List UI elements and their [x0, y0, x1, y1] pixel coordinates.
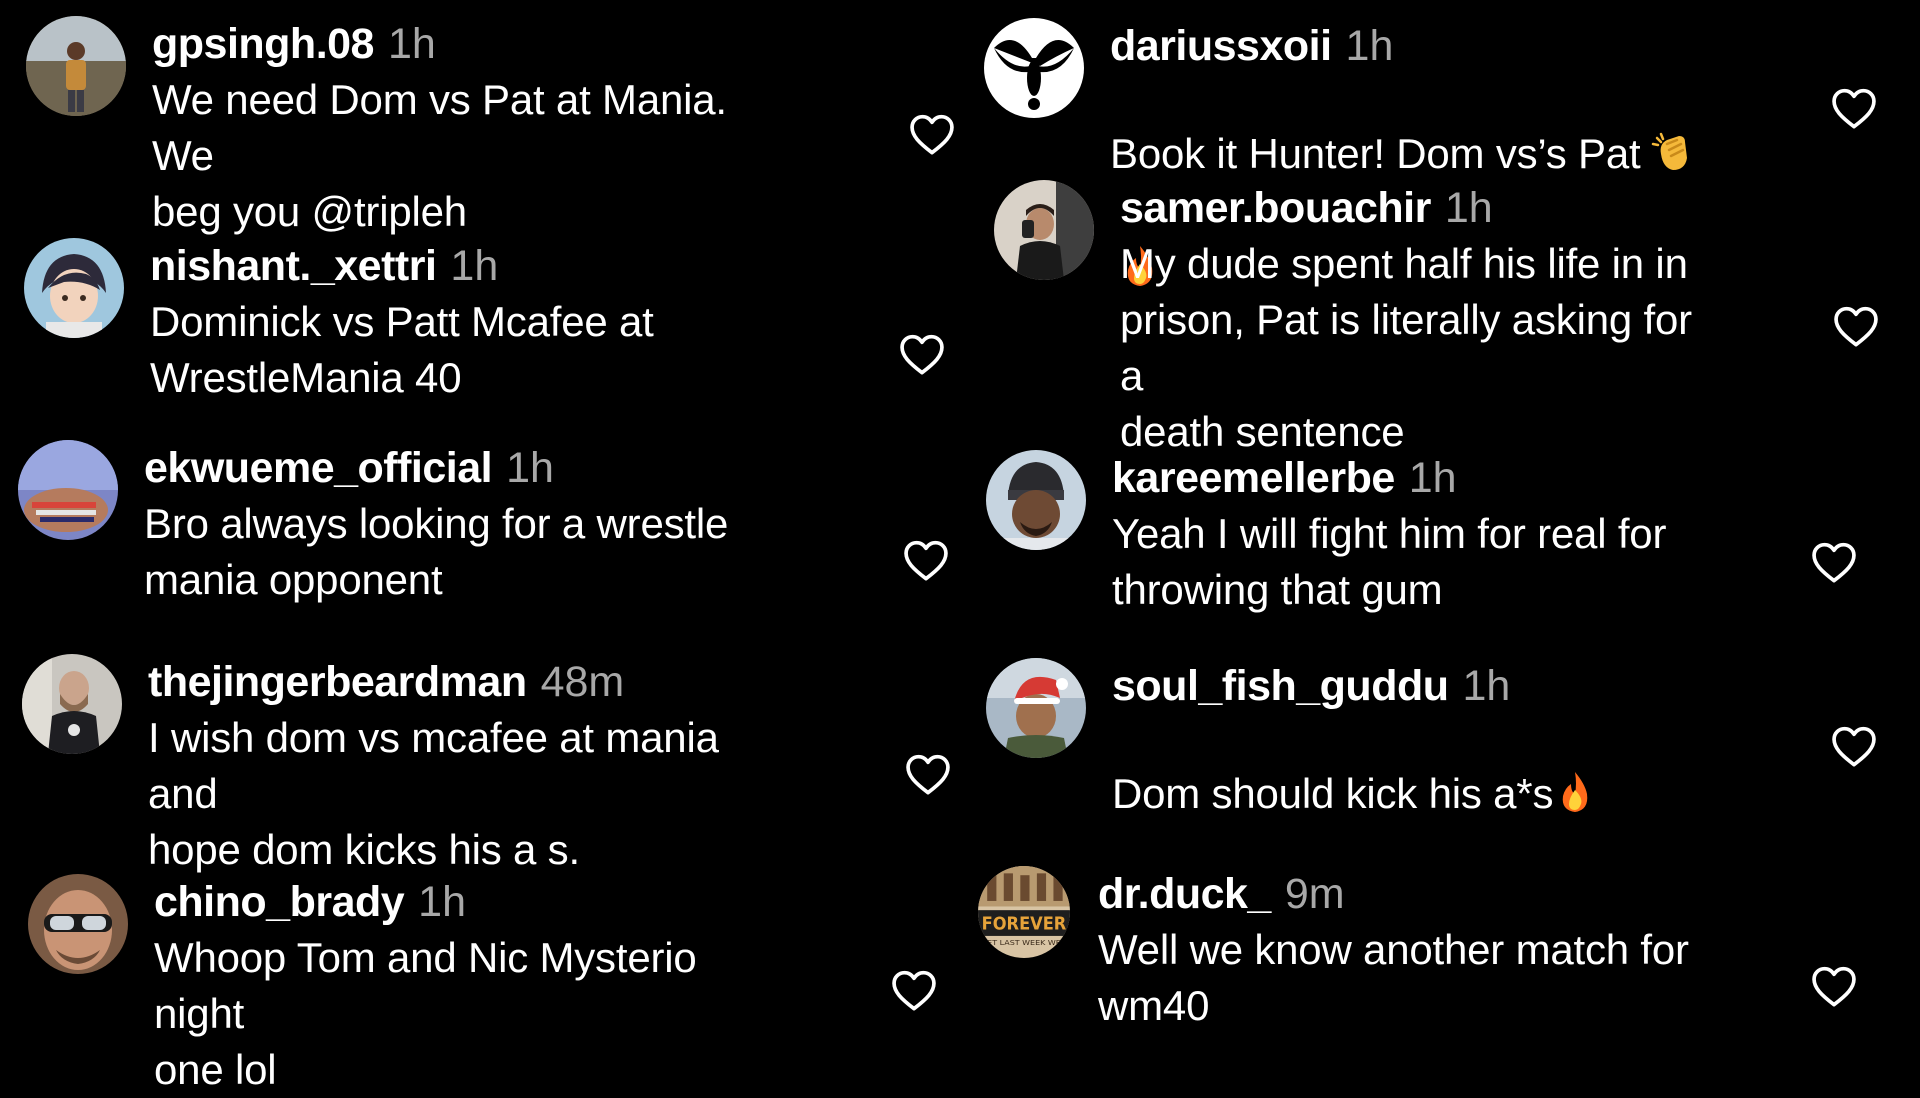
heart-outline-icon[interactable] [1808, 960, 1860, 1012]
comment-time: 1h [418, 878, 467, 926]
comment-username[interactable]: dr.duck_ [1098, 870, 1271, 918]
comment-text: We need Dom vs Pat at Mania. We beg you … [152, 76, 727, 235]
comment-text: My dude spent half his life in in prison… [1120, 240, 1692, 455]
comment-item: gpsingh.08 1h We need Dom vs Pat at Mania… [26, 16, 966, 235]
comment-item: kareemellerbe 1h Yeah I will fight him fo… [986, 450, 1920, 650]
comments-column-right: dariussxoii 1h Book it Hunter! Dom vs’s P… [960, 0, 1920, 1080]
avatar[interactable] [18, 440, 118, 540]
comment-text: Dominick vs Patt Mcafee at WrestleMania … [150, 298, 654, 401]
comments-column-left: gpsingh.08 1h We need Dom vs Pat at Mania… [0, 0, 962, 1093]
comment-time: 1h [1444, 184, 1493, 232]
comment-time: 1h [1462, 662, 1511, 710]
comment-time: 1h [450, 242, 499, 290]
comment-text: Whoop Tom and Nic Mysterio night one lol [154, 934, 697, 1093]
comment-text: I wish dom vs mcafee at mania and hope d… [148, 714, 719, 873]
comment-time: 1h [1408, 454, 1457, 502]
comment-body: ekwueme_official 1h Bro always looking fo… [144, 440, 744, 608]
comment-body: dr.duck_ 9m Well we know another match fo… [1098, 866, 1698, 1034]
comment-body: kareemellerbe 1h Yeah I will fight him fo… [1112, 450, 1712, 618]
comment-text: Book it Hunter! Dom vs’s Pat [1110, 130, 1641, 177]
comment-item: samer.bouachir 1h My dude spent half his … [994, 180, 1920, 455]
comment-time: 9m [1284, 870, 1345, 918]
comment-time: 1h [506, 444, 554, 492]
comment-username[interactable]: samer.bouachir [1120, 184, 1431, 232]
comment-body: soul_fish_guddu 1h Dom should kick his a*… [1112, 658, 1712, 828]
heart-outline-icon[interactable] [900, 534, 952, 586]
comment-body: samer.bouachir 1h My dude spent half his … [1120, 180, 1720, 460]
heart-outline-icon[interactable] [902, 748, 954, 800]
comment-username[interactable]: chino_brady [154, 878, 405, 926]
comment-body: thejingerbeardman 48m I wish dom vs mcafe… [148, 654, 748, 878]
comment-time: 1h [387, 20, 436, 68]
avatar[interactable] [986, 658, 1086, 758]
avatar-caption-text: ET LAST WEEK WE [987, 938, 1061, 947]
comment-item: nishant._xettri 1h Dominick vs Patt Mcafe… [24, 238, 964, 438]
comment-username[interactable]: gpsingh.08 [152, 20, 374, 68]
avatar[interactable] [26, 16, 126, 116]
heart-outline-icon[interactable] [906, 108, 958, 160]
avatar[interactable]: FOREVER ET LAST WEEK WE [978, 866, 1070, 958]
comment-body: chino_brady 1h Whoop Tom and Nic Mysterio… [154, 874, 754, 1098]
avatar[interactable] [994, 180, 1094, 280]
heart-outline-icon[interactable] [888, 964, 940, 1016]
comment-item: ekwueme_official 1h Bro always looking fo… [18, 440, 958, 640]
comment-text: Yeah I will fight him for real for throw… [1112, 510, 1667, 613]
heart-outline-icon[interactable] [896, 328, 948, 380]
comment-item: chino_brady 1h Whoop Tom and Nic Mysterio… [28, 874, 968, 1093]
avatar[interactable] [24, 238, 124, 338]
comment-username[interactable]: dariussxoii [1110, 22, 1332, 70]
comment-time: 1h [1345, 22, 1394, 70]
comment-text: Bro always looking for a wrestle mania o… [144, 500, 729, 603]
avatar[interactable] [986, 450, 1086, 550]
comment-username[interactable]: thejingerbeardman [148, 658, 527, 706]
fire-emoji [1555, 714, 1595, 828]
comment-username[interactable]: soul_fish_guddu [1112, 662, 1449, 710]
avatar-forever-text: FOREVER [982, 914, 1067, 934]
comment-item: FOREVER ET LAST WEEK WE dr.duck_ 9m Well … [978, 866, 1918, 1066]
heart-outline-icon[interactable] [1808, 536, 1860, 588]
avatar[interactable] [22, 654, 122, 754]
heart-outline-icon[interactable] [1830, 300, 1882, 352]
comment-body: gpsingh.08 1h We need Dom vs Pat at Mania… [152, 16, 752, 240]
comment-body: nishant._xettri 1h Dominick vs Patt Mcafe… [150, 238, 750, 406]
comment-username[interactable]: kareemellerbe [1112, 454, 1395, 502]
comment-username[interactable]: nishant._xettri [150, 242, 437, 290]
comment-username[interactable]: ekwueme_official [144, 444, 493, 492]
comment-text: Dom should kick his a*s [1112, 770, 1554, 817]
avatar[interactable] [28, 874, 128, 974]
comment-time: 48m [540, 658, 625, 706]
comment-text: Well we know another match for wm40 [1098, 926, 1689, 1029]
comment-item: soul_fish_guddu 1h Dom should kick his a*… [986, 658, 1920, 858]
heart-outline-icon[interactable] [1828, 82, 1880, 134]
clapping-hands-emoji [1651, 74, 1695, 188]
avatar[interactable] [984, 18, 1084, 118]
heart-outline-icon[interactable] [1828, 720, 1880, 772]
comment-item: thejingerbeardman 48m I wish dom vs mcafe… [22, 654, 962, 873]
